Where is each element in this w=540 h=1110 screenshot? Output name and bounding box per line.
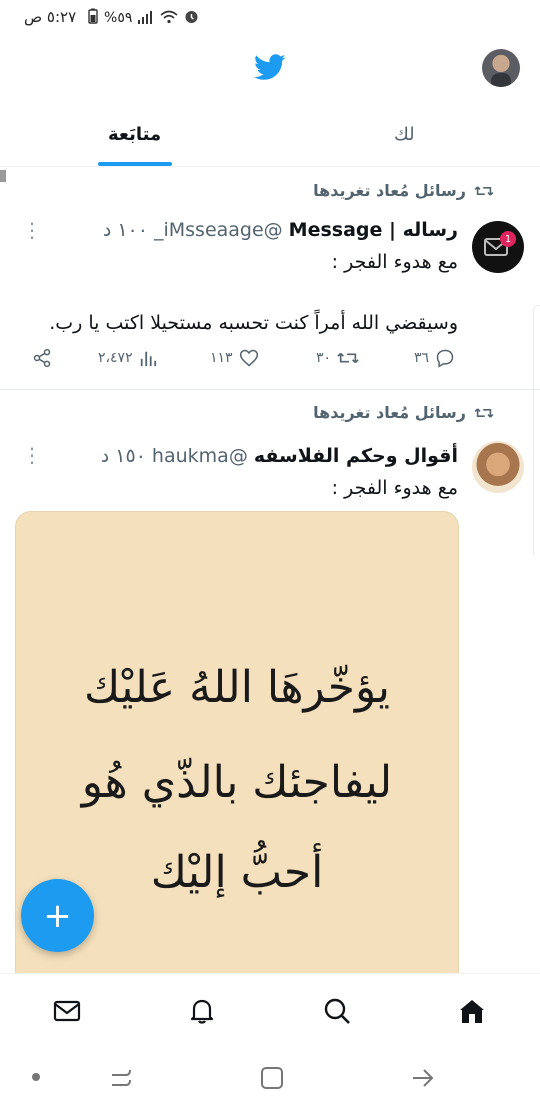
twitter-bird-icon bbox=[254, 54, 286, 85]
envelope-icon bbox=[484, 238, 508, 256]
tweet-text-line: مع هدوء الفجر : bbox=[331, 251, 458, 273]
status-icons: %٥٩ bbox=[88, 8, 199, 28]
media-text-line: يؤخّرهَا اللهُ عَليْك bbox=[83, 662, 390, 713]
tab-following[interactable]: متابَعة bbox=[108, 124, 161, 145]
tweet-header: أقوال وحكم الفلاسفه @haukma ١٥٠ د bbox=[101, 445, 458, 467]
profile-avatar[interactable] bbox=[482, 49, 520, 87]
nav-search[interactable] bbox=[320, 994, 354, 1028]
home-icon bbox=[460, 1000, 484, 1023]
views-button[interactable]: ٢،٤٧٢ bbox=[98, 348, 157, 368]
tab-indicator bbox=[98, 162, 172, 166]
nav-home[interactable] bbox=[455, 994, 489, 1028]
status-time: ٥:٢٧ ص bbox=[24, 8, 77, 26]
timeline-tabs: لك متابَعة bbox=[0, 112, 540, 167]
retweet-label: رسائل مُعاد تغريدها bbox=[313, 181, 466, 200]
mail-icon bbox=[53, 1000, 81, 1022]
nav-dot-icon[interactable] bbox=[32, 1073, 40, 1081]
battery-icon bbox=[88, 8, 98, 28]
pull-indicator bbox=[0, 170, 6, 182]
retweet-button[interactable]: ٣٠ bbox=[316, 348, 359, 368]
tweet-avatar[interactable] bbox=[472, 441, 524, 493]
tweet-text-line: وسيقضي الله أمراً كنت تحسبه مستحيلا اكتب… bbox=[49, 312, 458, 334]
share-button[interactable] bbox=[32, 348, 52, 368]
reply-count: ٣٦ bbox=[414, 350, 430, 366]
tweet-header: رساله | Message @iMsseaage_ ١٠٠ د bbox=[103, 219, 458, 241]
retweet-count: ٣٠ bbox=[316, 350, 332, 366]
retweet-label: رسائل مُعاد تغريدها bbox=[313, 403, 466, 422]
alarm-icon bbox=[184, 9, 199, 28]
scroll-indicator bbox=[533, 305, 540, 555]
bottom-navigation bbox=[0, 973, 540, 1047]
system-navigation-bar bbox=[0, 1047, 540, 1110]
retweet-small-icon bbox=[474, 405, 494, 421]
views-icon bbox=[140, 351, 156, 367]
media-text-line: ليفاجئك بالذّي هُو bbox=[81, 757, 393, 808]
author-handle: @iMsseaage_ bbox=[153, 219, 283, 241]
notification-badge: 1 bbox=[500, 231, 516, 247]
nav-notifications[interactable] bbox=[185, 994, 219, 1028]
bell-icon bbox=[190, 999, 214, 1024]
retweet-icon bbox=[337, 352, 359, 364]
recents-button[interactable] bbox=[108, 1065, 134, 1095]
retweet-small-icon bbox=[474, 183, 494, 199]
battery-percent: %٥٩ bbox=[104, 10, 133, 26]
status-bar: ٥:٢٧ ص %٥٩ bbox=[0, 0, 540, 34]
plus-icon: + bbox=[43, 895, 72, 936]
retweet-context: رسائل مُعاد تغريدها bbox=[313, 403, 494, 422]
tweet-avatar[interactable] bbox=[472, 221, 524, 273]
compose-tweet-button[interactable]: + bbox=[21, 879, 94, 952]
like-button[interactable]: ١١٣ bbox=[210, 348, 259, 368]
like-icon bbox=[239, 349, 258, 367]
nav-messages[interactable] bbox=[50, 994, 84, 1028]
reply-icon bbox=[436, 349, 454, 368]
tab-for-you[interactable]: لك bbox=[394, 124, 415, 145]
tweet-actions: ٣٦ ٣٠ ١١٣ ٢،٤٧٢ bbox=[0, 348, 540, 378]
home-square-icon bbox=[261, 1067, 283, 1089]
reply-button[interactable]: ٣٦ bbox=[414, 348, 455, 368]
tweet-time: ١٥٠ د bbox=[100, 445, 146, 467]
author-name[interactable]: أقوال وحكم الفلاسفه bbox=[254, 445, 458, 467]
back-arrow-icon bbox=[413, 1069, 434, 1087]
tweet-text-line: مع هدوء الفجر : bbox=[331, 477, 458, 499]
author-handle: @haukma bbox=[151, 445, 248, 467]
retweet-context: رسائل مُعاد تغريدها bbox=[313, 181, 494, 200]
author-name[interactable]: رساله | Message bbox=[289, 219, 458, 241]
like-count: ١١٣ bbox=[210, 350, 233, 366]
share-icon bbox=[33, 348, 51, 368]
search-icon bbox=[324, 998, 350, 1024]
more-options-icon[interactable]: ⋮ bbox=[22, 220, 42, 240]
more-options-icon[interactable]: ⋮ bbox=[22, 445, 42, 465]
wifi-icon bbox=[160, 9, 178, 28]
views-count: ٢،٤٧٢ bbox=[98, 350, 133, 366]
tweet-time: ١٠٠ د bbox=[102, 219, 148, 241]
back-button[interactable] bbox=[410, 1065, 436, 1095]
recents-icon bbox=[112, 1069, 131, 1086]
tweet-divider bbox=[0, 389, 540, 390]
signal-icon bbox=[138, 9, 154, 28]
home-button[interactable] bbox=[259, 1065, 285, 1095]
